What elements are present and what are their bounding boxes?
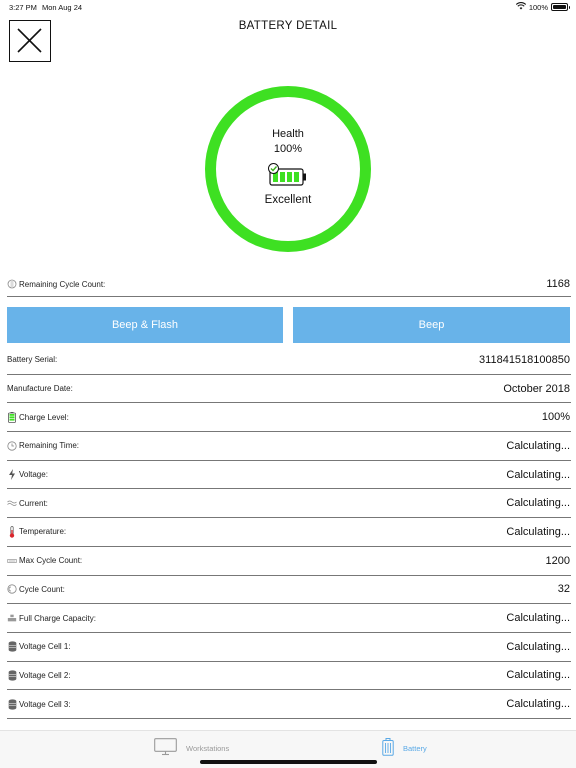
status-battery-percent: 100%: [528, 2, 548, 12]
capacity-icon: [7, 613, 17, 624]
beep-flash-button[interactable]: Beep & Flash: [7, 307, 283, 343]
cell-icon: [7, 670, 17, 681]
detail-value: Calculating...: [506, 525, 570, 538]
page-title: BATTERY DETAIL: [238, 20, 338, 32]
detail-value: Calculating...: [506, 640, 570, 653]
health-summary: Health 100% Excellent: [205, 128, 371, 206]
health-rating: Excellent: [264, 194, 312, 206]
detail-value: 1200: [545, 554, 570, 567]
cycle-count-icon: [7, 279, 17, 290]
wifi-icon: [515, 2, 526, 12]
status-battery-icon: [551, 3, 570, 11]
detail-label: Manufacture Date:: [7, 384, 73, 394]
cycle-icon: [7, 584, 17, 595]
charge-level-icon: [7, 411, 17, 423]
detail-label: Voltage Cell 2:: [19, 670, 71, 680]
detail-label: Battery Serial:: [7, 355, 58, 365]
battery-health-icon: [267, 163, 309, 187]
remaining-cycle-value: 1168: [546, 278, 570, 290]
clock-icon: [7, 440, 17, 451]
detail-value: Calculating...: [506, 669, 570, 682]
detail-value: 32: [557, 583, 570, 596]
detail-label: Remaining Time:: [19, 441, 80, 451]
tab-workstations[interactable]: Workstations: [154, 738, 229, 758]
detail-value: Calculating...: [506, 439, 570, 452]
detail-row-current: Current: Calculating...: [7, 489, 571, 519]
health-value: 100%: [273, 143, 303, 155]
cycle-bar-icon: [7, 555, 17, 566]
detail-value: Calculating...: [506, 497, 570, 510]
detail-row-remaining-time: Remaining Time: Calculating...: [7, 432, 571, 461]
detail-value: Calculating...: [506, 698, 570, 711]
thermometer-icon: [7, 526, 17, 538]
detail-value: 311841518100850: [479, 353, 570, 366]
beep-button[interactable]: Beep: [293, 307, 570, 343]
wave-icon: [7, 498, 17, 509]
detail-row-max-cycle-count: Max Cycle Count: 1200: [7, 547, 571, 576]
health-label: Health: [272, 128, 304, 140]
detail-row-full-charge-capacity: Full Charge Capacity: Calculating...: [7, 604, 571, 633]
detail-row-temperature: Temperature: Calculating...: [7, 518, 571, 547]
detail-row-voltage: Voltage: Calculating...: [7, 461, 571, 490]
detail-row-cycle-count: Cycle Count: 32: [7, 576, 571, 605]
battery-tab-icon: [382, 738, 394, 758]
detail-label: Cycle Count:: [19, 584, 65, 594]
detail-label: Voltage:: [19, 470, 48, 480]
detail-label: Voltage Cell 3:: [19, 699, 71, 709]
tab-battery[interactable]: Battery: [382, 738, 427, 758]
tab-battery-label: Battery: [403, 743, 427, 753]
detail-value: October 2018: [503, 382, 570, 395]
detail-label: Voltage Cell 1:: [19, 642, 71, 652]
status-date: Mon Aug 24: [42, 3, 83, 12]
detail-row-voltage-cell-3: Voltage Cell 3: Calculating...: [7, 690, 571, 719]
detail-row-voltage-cell-2: Voltage Cell 2: Calculating...: [7, 662, 571, 691]
remaining-cycle-row: Remaining Cycle Count: 1168: [7, 272, 571, 297]
status-right: 100%: [515, 2, 570, 12]
detail-list: Battery Serial: 311841518100850 Manufact…: [7, 346, 571, 719]
tab-workstations-label: Workstations: [186, 743, 230, 753]
detail-label: Temperature:: [19, 527, 67, 537]
remaining-cycle-label: Remaining Cycle Count:: [19, 279, 106, 289]
detail-row-serial: Battery Serial: 311841518100850: [7, 346, 571, 375]
detail-label: Max Cycle Count:: [19, 556, 83, 566]
lightning-icon: [7, 469, 17, 481]
detail-row-charge-level: Charge Level: 100%: [7, 403, 571, 433]
detail-value: Calculating...: [506, 468, 570, 481]
home-indicator: [200, 760, 377, 764]
detail-row-voltage-cell-1: Voltage Cell 1: Calculating...: [7, 633, 571, 662]
detail-value: 100%: [541, 411, 570, 424]
cell-icon: [7, 698, 17, 710]
status-time: 3:27 PM: [9, 3, 37, 12]
detail-label: Full Charge Capacity:: [19, 613, 96, 623]
detail-label: Current:: [19, 498, 48, 508]
detail-row-manufacture-date: Manufacture Date: October 2018: [7, 375, 571, 404]
monitor-icon: [154, 738, 177, 758]
cell-icon: [7, 641, 17, 652]
detail-value: Calculating...: [506, 612, 570, 625]
status-bar: 3:27 PM Mon Aug 24 100%: [0, 0, 576, 14]
detail-label: Charge Level:: [19, 412, 69, 422]
